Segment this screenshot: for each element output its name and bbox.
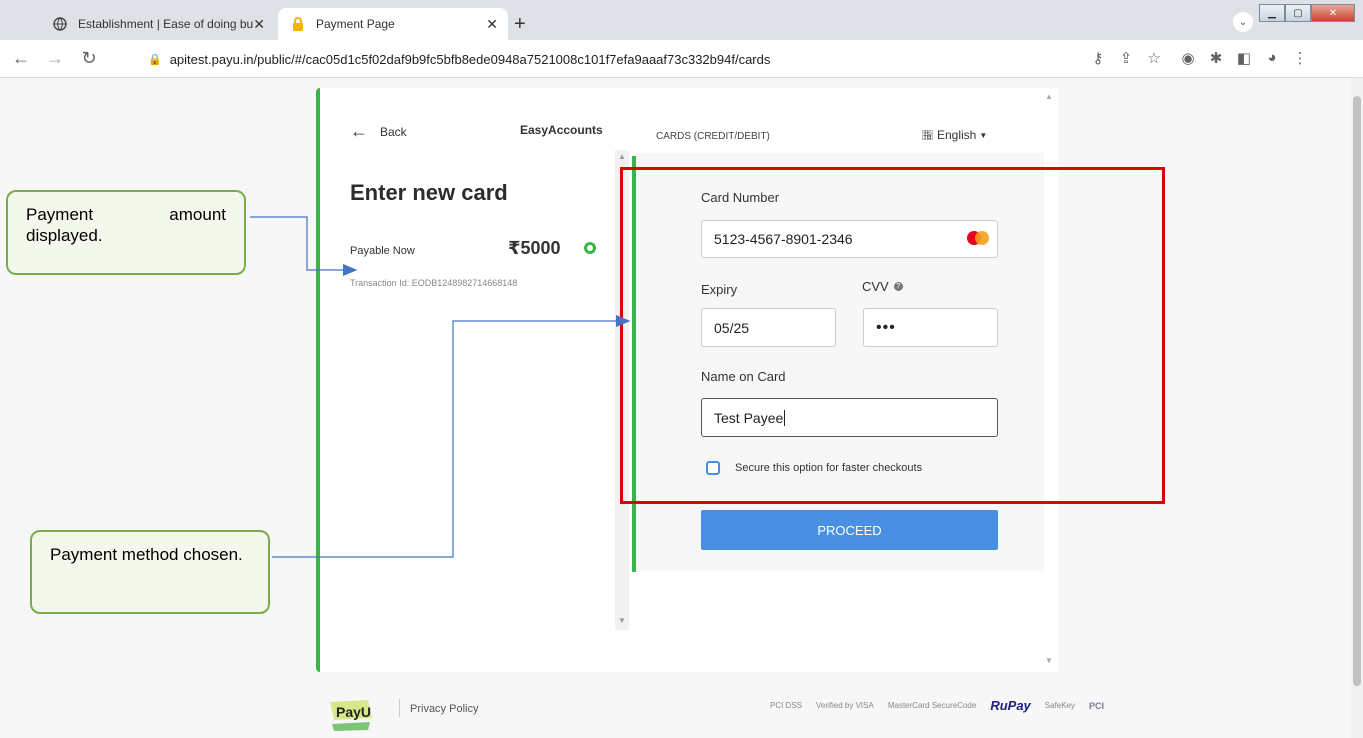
callout-amount: Payment amount displayed. — [6, 190, 246, 275]
arrow-to-amount — [250, 216, 358, 276]
arrow-to-method — [272, 315, 631, 558]
callout-method: Payment method chosen. — [30, 530, 270, 614]
annotation-arrows — [250, 216, 631, 558]
